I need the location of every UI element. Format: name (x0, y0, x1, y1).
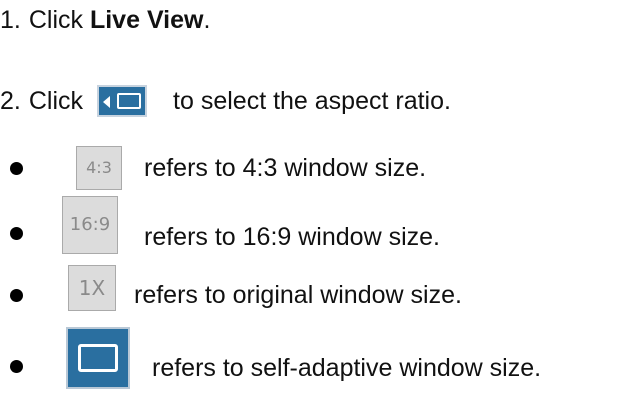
icon-label: 16:9 (69, 214, 111, 235)
bullet-item-16-9: 16:9 refers to 16:9 window size. (0, 196, 440, 256)
bullet-dot (10, 227, 23, 240)
step-prefix: Click (28, 86, 84, 115)
step-prefix: Click (28, 6, 90, 34)
step-number: 1. (0, 6, 21, 34)
window-box-icon (117, 93, 142, 109)
step-2: 2. Click to select the aspect ratio. (0, 85, 451, 117)
self-adaptive-icon (66, 327, 130, 389)
bullet-item-4-3: 4:3 refers to 4:3 window size. (0, 145, 426, 191)
bullet-dot (10, 289, 23, 302)
step-suffix: to select the aspect ratio. (173, 86, 451, 115)
left-arrow-icon (103, 96, 111, 108)
bullet-text: refers to self-adaptive window size. (152, 353, 542, 382)
bullet-item-original: 1X refers to original window size. (0, 264, 462, 312)
icon-label: 4:3 (86, 158, 112, 177)
bullet-text: refers to 4:3 window size. (144, 153, 427, 182)
step-suffix: . (203, 6, 211, 34)
bullet-dot (10, 360, 23, 373)
window-box-icon (78, 344, 118, 372)
aspect-4-3-icon: 4:3 (76, 146, 122, 190)
live-view-label: Live View (89, 6, 204, 34)
aspect-16-9-icon: 16:9 (62, 196, 118, 254)
step-text: Click Live View. (29, 8, 211, 33)
step-1: 1. Click Live View. (0, 8, 210, 33)
step-number: 2. (0, 86, 21, 115)
bullet-item-self-adaptive: refers to self-adaptive window size. (0, 326, 541, 390)
original-size-icon: 1X (68, 265, 116, 311)
bullet-dot (10, 162, 23, 175)
bullet-text: refers to 16:9 window size. (144, 222, 440, 251)
bullet-text: refers to original window size. (134, 280, 462, 309)
aspect-ratio-icon (97, 85, 148, 117)
icon-label: 1X (78, 276, 106, 300)
